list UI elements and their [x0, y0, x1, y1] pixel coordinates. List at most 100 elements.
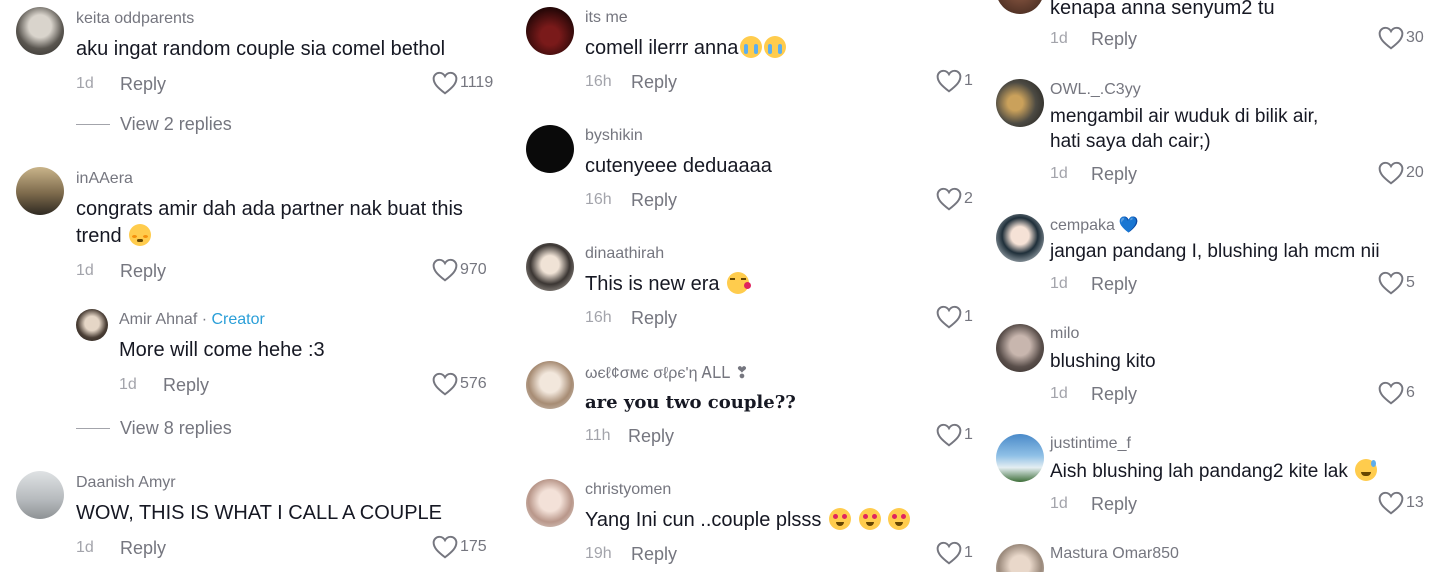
view-replies-label: View 8 replies [120, 418, 232, 438]
avatar[interactable] [996, 214, 1044, 262]
heart-icon [432, 372, 458, 396]
like-button[interactable]: 1 [936, 541, 973, 565]
comment-username[interactable]: milo [1050, 325, 1079, 343]
comment-username[interactable]: inAAera [76, 170, 133, 188]
like-button[interactable]: 970 [432, 258, 487, 282]
like-count: 1 [964, 544, 973, 561]
reply-button[interactable]: Reply [120, 538, 166, 559]
avatar[interactable] [76, 309, 108, 341]
avatar[interactable] [996, 544, 1044, 572]
reply-button[interactable]: Reply [631, 72, 677, 93]
like-button[interactable]: 2 [936, 187, 973, 211]
like-button[interactable]: 20 [1378, 161, 1424, 185]
like-button[interactable]: 13 [1378, 491, 1424, 515]
heart-icon [432, 535, 458, 559]
like-count: 30 [1406, 29, 1424, 46]
comment-username[interactable]: dinaathirah [585, 245, 664, 263]
avatar[interactable] [996, 434, 1044, 482]
avatar[interactable] [996, 0, 1044, 14]
avatar[interactable] [996, 79, 1044, 127]
like-button[interactable]: 1119 [432, 71, 493, 95]
like-button[interactable]: 576 [432, 372, 487, 396]
reply-button[interactable]: Reply [1091, 494, 1137, 515]
comments-column-3: kenapa anna senyum2 tu 1d Reply 30 OWL._… [980, 0, 1440, 572]
like-count: 970 [460, 261, 487, 278]
comment-text-line-2: trend [76, 223, 152, 249]
comment-username[interactable]: christyomen [585, 481, 671, 499]
comment-username[interactable]: its me [585, 9, 628, 27]
like-count: 1 [964, 308, 973, 325]
reply-button[interactable]: Reply [1091, 274, 1137, 295]
avatar[interactable] [526, 243, 574, 291]
comment-username[interactable]: Mastura Omar850 [1050, 545, 1179, 563]
reply-button[interactable]: Reply [120, 74, 166, 95]
reply-button[interactable]: Reply [1091, 384, 1137, 405]
comment-text: aku ingat random couple sia comel bethol [76, 38, 446, 60]
like-button[interactable]: 30 [1378, 26, 1424, 50]
reply-button[interactable]: Reply [163, 375, 209, 396]
comment-text-line-1: congrats amir dah ada partner nak buat t… [76, 198, 463, 220]
comment-time: 1d [76, 75, 94, 92]
comment-text: Yang Ini cun ..couple plsss [585, 507, 911, 533]
comment-time: 1d [1050, 30, 1068, 47]
divider-line [76, 428, 110, 429]
view-replies-label: View 2 replies [120, 114, 232, 134]
like-button[interactable]: 1 [936, 423, 973, 447]
heart-eyes-icon [858, 508, 881, 530]
avatar[interactable] [16, 7, 64, 55]
comment-username[interactable]: keita oddparents [76, 10, 194, 28]
avatar[interactable] [526, 479, 574, 527]
avatar[interactable] [16, 471, 64, 519]
comment-username[interactable]: ωєℓ¢σмє σℓρє'η ᎪᏞᏞ ❣ [585, 363, 749, 383]
avatar[interactable] [526, 125, 574, 173]
comment-text-line-1: mengambil air wuduk di bilik air, [1050, 106, 1319, 127]
like-button[interactable]: 1 [936, 69, 973, 93]
avatar[interactable] [526, 361, 574, 409]
heart-icon [936, 69, 962, 93]
avatar[interactable] [16, 167, 64, 215]
comment-time: 1d [76, 262, 94, 279]
reply-button[interactable]: Reply [628, 426, 674, 447]
comment-time: 1d [1050, 495, 1068, 512]
comment-time: 11h [585, 427, 611, 444]
heart-icon [1378, 271, 1404, 295]
reply-button[interactable]: Reply [1091, 164, 1137, 185]
comment-text: Aish blushing lah pandang2 kite lak [1050, 459, 1378, 485]
comment-time: 16h [585, 191, 612, 208]
reply-time: 1d [119, 376, 137, 393]
comment-username[interactable]: OWL._.C3yy [1050, 81, 1141, 99]
comment-text: comell ilerrr anna [585, 35, 787, 61]
avatar[interactable] [996, 324, 1044, 372]
like-button[interactable]: 175 [432, 535, 487, 559]
comment-text-line-2: hati saya dah cair;) [1050, 131, 1211, 152]
shy-face-icon [129, 224, 152, 246]
blue-heart-icon: 💙 [1118, 217, 1139, 234]
reply-username[interactable]: Amir Ahnaf · Creator [119, 311, 265, 329]
reply-button[interactable]: Reply [631, 308, 677, 329]
reply-button[interactable]: Reply [631, 544, 677, 565]
comment-username[interactable]: cempaka 💙 [1050, 215, 1139, 235]
comment-username[interactable]: byshikin [585, 127, 643, 145]
like-button[interactable]: 5 [1378, 271, 1415, 295]
reply-button[interactable]: Reply [631, 190, 677, 211]
like-count: 1 [964, 72, 973, 89]
reply-button[interactable]: Reply [120, 261, 166, 282]
view-replies-button[interactable]: View 8 replies [76, 418, 232, 439]
like-button[interactable]: 6 [1378, 381, 1415, 405]
comments-column-2: its me comell ilerrr anna 16h Reply 1 by… [500, 0, 980, 572]
view-replies-button[interactable]: View 2 replies [76, 114, 232, 135]
reply-text: More will come hehe :3 [119, 339, 325, 361]
comment-username[interactable]: justintime_f [1050, 435, 1131, 453]
comment-text: blushing kito [1050, 351, 1156, 372]
comment-username[interactable]: Daanish Amyr [76, 474, 176, 492]
reply-button[interactable]: Reply [1091, 29, 1137, 50]
avatar[interactable] [526, 7, 574, 55]
like-count: 175 [460, 538, 487, 555]
like-count: 20 [1406, 164, 1424, 181]
comment-time: 16h [585, 309, 612, 326]
like-button[interactable]: 1 [936, 305, 973, 329]
heart-icon [936, 423, 962, 447]
heart-icon [936, 305, 962, 329]
comment-text: This is new era [585, 271, 752, 297]
comment-text: jangan pandang I, blushing lah mcm nii [1050, 241, 1380, 262]
